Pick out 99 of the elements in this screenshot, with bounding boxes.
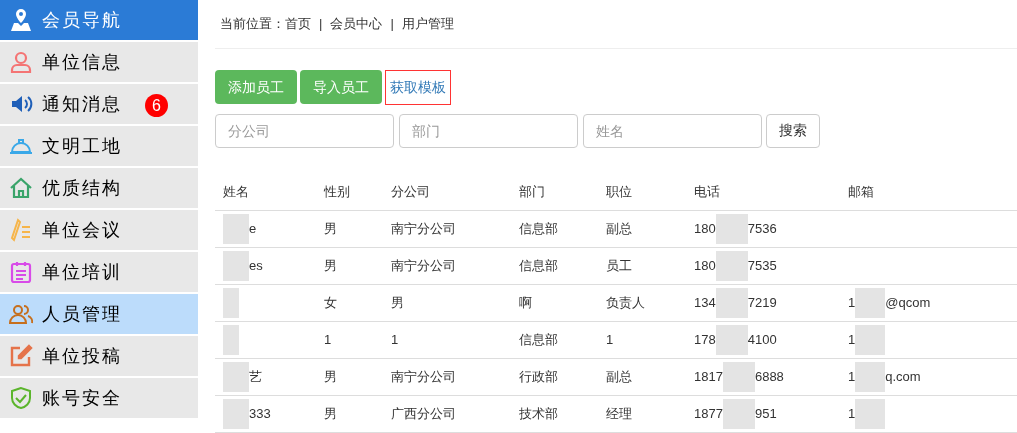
blur-patch [223, 325, 239, 355]
notepad-icon [9, 260, 33, 284]
cell-text: 男 [324, 221, 337, 237]
pencil-list-icon [9, 218, 33, 242]
cell-text: 女 [324, 295, 337, 311]
cell-text: 男 [324, 406, 337, 422]
breadcrumb-separator: | [319, 15, 323, 33]
blur-patch [223, 288, 239, 318]
column-header: 性别 [324, 184, 350, 199]
user-icon [9, 50, 33, 74]
notification-badge: 6 [145, 94, 168, 117]
blur-patch [855, 362, 886, 392]
cell-text: q.com [885, 368, 921, 387]
cell-text: 1 [848, 331, 856, 350]
blur-patch [855, 325, 886, 355]
cell-text: 南宁分公司 [391, 369, 456, 385]
people-icon [9, 302, 33, 326]
sidebar-item[interactable]: 单位培训 [0, 252, 198, 292]
cell-text: 333 [249, 405, 271, 424]
cell-text: 7535 [747, 257, 777, 276]
cell-text: 南宁分公司 [391, 221, 456, 237]
blur-patch [715, 288, 748, 318]
blur-patch [223, 214, 249, 244]
cell-text: 1 [848, 368, 856, 387]
cell-text: 1 [391, 332, 399, 348]
column-header: 职位 [606, 184, 632, 199]
column-header: 姓名 [223, 184, 249, 199]
map-pin-icon [9, 8, 33, 32]
column-header: 部门 [519, 184, 545, 199]
cell-text: 南宁分公司 [391, 258, 456, 274]
cell-text: 6888 [754, 368, 784, 387]
column-header: 邮箱 [848, 184, 874, 199]
sidebar-item[interactable]: 单位会议 [0, 210, 198, 250]
column-header: 分公司 [391, 184, 430, 199]
blur-patch [223, 399, 249, 429]
cell-text: 啊 [519, 295, 532, 311]
sidebar-item[interactable]: 单位信息 [0, 42, 198, 82]
filter-field[interactable]: 姓名 [583, 113, 762, 148]
sidebar-item[interactable]: 人员管理 [0, 294, 198, 334]
cell-text: 1 [848, 405, 856, 424]
breadcrumb-separator: | [390, 15, 394, 33]
blur-patch [715, 251, 748, 281]
cell-text: 951 [754, 405, 777, 424]
cell-text: 1 [848, 294, 856, 313]
sidebar-item[interactable]: 单位投稿 [0, 336, 198, 376]
cell-text: 艺 [249, 368, 262, 387]
cell-text: 7219 [747, 294, 777, 313]
cell-text: es [249, 257, 263, 276]
cell-text: 经理 [606, 406, 632, 422]
column-header: 电话 [694, 184, 720, 199]
cell-text: 副总 [606, 221, 632, 237]
sidebar-header[interactable]: 会员导航 [0, 0, 198, 40]
filter-field[interactable]: 部门 [399, 113, 578, 148]
cell-text: 180 [694, 220, 716, 239]
breadcrumb-link[interactable]: 首页 [285, 14, 311, 34]
cell-text: 1817 [694, 368, 723, 387]
cell-text: @qcom [885, 294, 931, 313]
cell-text: 7536 [747, 220, 777, 239]
search-button[interactable]: 搜索 [766, 113, 820, 148]
cell-text: 信息部 [519, 332, 558, 348]
cell-text: 员工 [606, 258, 632, 274]
cell-text: 行政部 [519, 369, 558, 385]
blur-patch [223, 362, 249, 392]
blur-patch [715, 325, 748, 355]
breadcrumb-label: 当前位置： [220, 15, 285, 33]
blur-patch [223, 251, 249, 281]
cell-text: 男 [391, 295, 404, 311]
cell-text: 男 [324, 258, 337, 274]
sidebar-item[interactable]: 通知消息 6 [0, 84, 198, 124]
blur-patch [855, 399, 886, 429]
cell-text: 技术部 [519, 406, 558, 422]
cell-text: 男 [324, 369, 337, 385]
cell-text: 负责人 [606, 295, 645, 311]
cell-text: 1 [324, 332, 332, 348]
cell-text: 134 [694, 294, 716, 313]
cell-text: 信息部 [519, 258, 558, 274]
house-icon [9, 176, 33, 200]
cell-text: 178 [694, 331, 716, 350]
cell-text: 信息部 [519, 221, 558, 237]
blur-patch [855, 288, 886, 318]
cell-text: 180 [694, 257, 716, 276]
sidebar-item[interactable]: 优质结构 [0, 168, 198, 208]
blur-patch [722, 399, 755, 429]
sidebar-item[interactable]: 账号安全 [0, 378, 198, 418]
cell-text: 1877 [694, 405, 723, 424]
cell-text: 1 [606, 332, 614, 348]
sidebar-item[interactable]: 文明工地 [0, 126, 198, 166]
blur-patch [715, 214, 748, 244]
cell-text: e [249, 220, 257, 239]
shield-icon [9, 386, 33, 410]
template-link[interactable]: 获取模板 [385, 69, 451, 105]
cell-text: 广西分公司 [391, 406, 456, 422]
breadcrumb-link[interactable]: 会员中心 [330, 14, 383, 34]
filter-field[interactable]: 分公司 [215, 113, 394, 148]
breadcrumb-link[interactable]: 用户管理 [401, 14, 454, 34]
blur-patch [722, 362, 755, 392]
cell-text: 4100 [747, 331, 777, 350]
edit-icon [9, 344, 33, 368]
cell-text: 副总 [606, 369, 632, 385]
